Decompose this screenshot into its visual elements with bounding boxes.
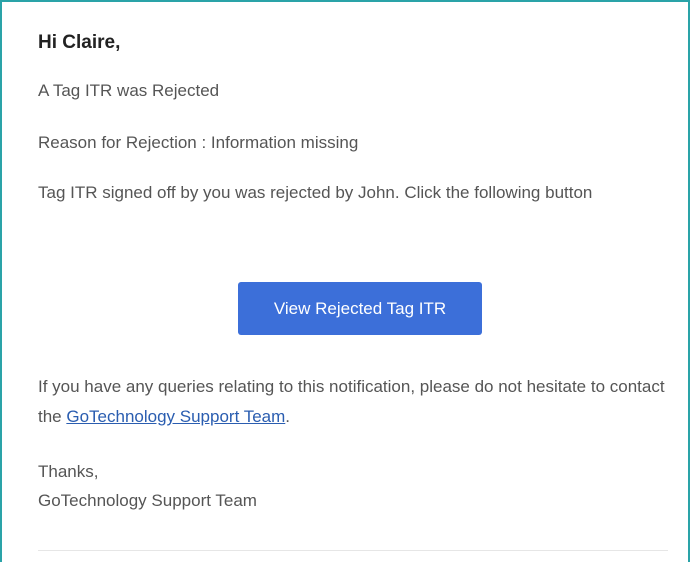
queries-paragraph: If you have any queries relating to this… xyxy=(38,372,668,432)
cta-container: View Rejected Tag ITR xyxy=(238,282,482,335)
view-rejected-tag-itr-button[interactable]: View Rejected Tag ITR xyxy=(238,282,482,335)
support-team-link[interactable]: GoTechnology Support Team xyxy=(66,407,285,426)
rejection-reason: Reason for Rejection : Information missi… xyxy=(38,133,359,152)
signature-block: Thanks, GoTechnology Support Team xyxy=(38,457,257,515)
greeting-heading: Hi Claire, xyxy=(38,32,121,53)
footer-divider xyxy=(38,550,668,551)
rejection-body-text: Tag ITR signed off by you was rejected b… xyxy=(38,183,593,202)
rejection-notice: A Tag ITR was Rejected xyxy=(38,81,220,100)
sign-off-text: Thanks, xyxy=(38,462,99,481)
email-frame: Hi Claire, A Tag ITR was Rejected Reason… xyxy=(0,0,690,562)
signature-name: GoTechnology Support Team xyxy=(38,491,257,510)
queries-period: . xyxy=(285,407,291,426)
